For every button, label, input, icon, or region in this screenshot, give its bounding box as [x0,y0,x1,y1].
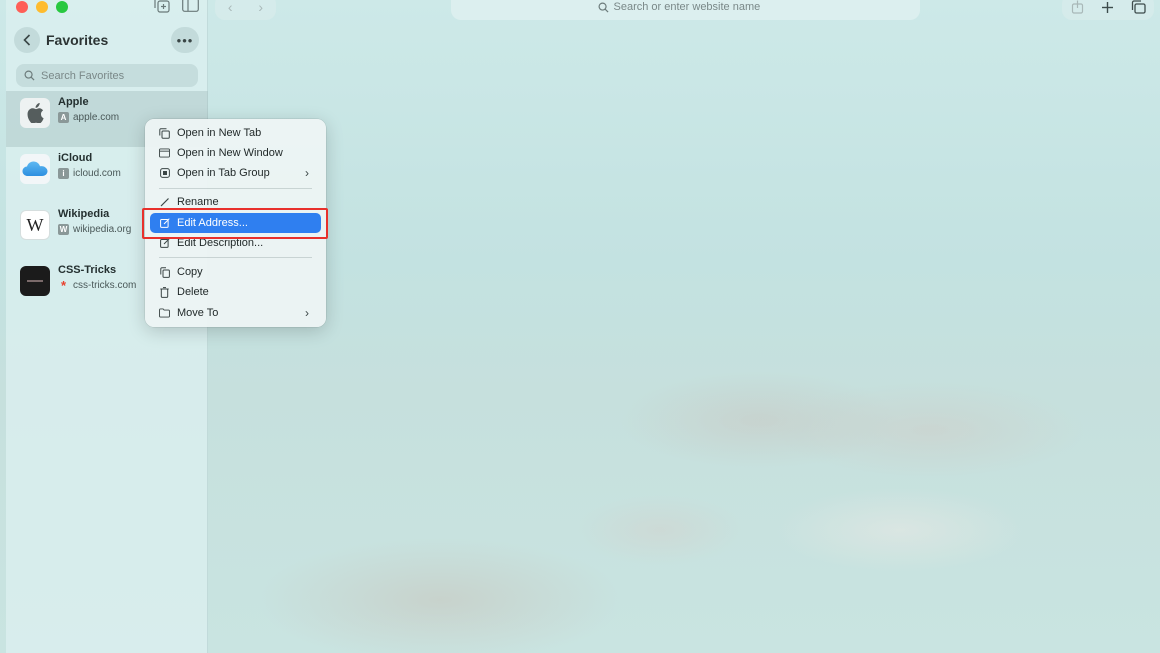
sidebar-toggle-icon[interactable] [180,0,200,14]
tab-overview-icon[interactable] [1131,0,1146,14]
navigation-buttons: ‹ › [215,0,276,20]
css-tricks-favicon-icon: * [60,278,67,293]
new-tab-plus-icon[interactable] [1101,1,1114,14]
tab-group-icon [159,168,170,179]
menu-item-label: Open in New Tab [177,127,262,139]
menu-item-label: Rename [177,196,219,208]
edit-icon [159,238,170,249]
menu-item-label: Open in Tab Group [177,167,270,179]
folder-icon [159,308,170,319]
css-tricks-thumbnail-icon [20,266,50,296]
menu-item-label: Edit Address... [177,217,248,229]
menu-item-delete[interactable]: Delete [150,282,321,302]
minimize-window-button[interactable] [36,1,48,13]
search-favorites-input[interactable] [41,69,191,82]
menu-separator [159,257,312,258]
zoom-window-button[interactable] [56,1,68,13]
copy-icon [159,266,170,278]
menu-item-label: Open in New Window [177,147,283,159]
menu-item-rename[interactable]: Rename [150,192,321,212]
back-button[interactable] [14,27,40,53]
favorite-name: Apple [58,96,89,108]
apple-logo-icon [20,98,50,128]
chevron-right-icon: › [305,306,309,320]
menu-item-edit-description[interactable]: Edit Description... [150,233,321,253]
menu-item-open-tab-group[interactable]: Open in Tab Group › [150,163,321,183]
favorite-name: iCloud [58,152,93,164]
wikipedia-favicon-icon: W [58,224,69,235]
toolbar-right-buttons [1062,0,1154,20]
context-menu: Open in New Tab Open in New Window Open … [145,119,326,327]
favorite-url: icloud.com [73,168,121,179]
menu-item-open-new-tab[interactable]: Open in New Tab [150,123,321,143]
menu-item-open-new-window[interactable]: Open in New Window [150,143,321,163]
forward-arrow-icon[interactable]: › [258,0,263,15]
chevron-left-icon [23,34,31,46]
favorite-url: apple.com [73,112,120,123]
favorite-url: css-tricks.com [73,280,137,291]
wikipedia-logo-icon: W [20,210,50,240]
sidebar-title: Favorites [46,32,109,48]
search-field[interactable] [16,64,198,87]
close-window-button[interactable] [16,1,28,13]
icloud-logo-icon [20,154,50,184]
address-input[interactable] [613,1,774,13]
favorite-name: Wikipedia [58,208,110,220]
favorite-name: CSS-Tricks [58,264,117,276]
menu-item-label: Move To [177,307,219,319]
back-arrow-icon[interactable]: ‹ [228,0,233,15]
menu-item-move-to[interactable]: Move To › [150,303,321,323]
search-icon [24,70,35,81]
chevron-right-icon: › [305,166,309,180]
window-controls [16,1,68,13]
apple-favicon-icon: A [58,112,69,123]
menu-item-copy[interactable]: Copy [150,262,321,282]
trash-icon [159,286,170,298]
menu-item-edit-address[interactable]: Edit Address... [150,213,321,233]
pencil-icon [159,197,170,208]
new-window-icon [159,148,170,159]
menu-separator [159,188,312,189]
edit-icon [159,218,170,229]
address-bar[interactable] [451,0,920,20]
tab-group-add-icon[interactable] [152,0,172,14]
share-icon[interactable] [1071,0,1084,14]
menu-item-label: Edit Description... [177,237,264,249]
new-tab-icon [159,127,170,139]
favorite-url: wikipedia.org [73,224,132,235]
icloud-favicon-icon: i [58,168,69,179]
more-options-button[interactable]: ••• [171,27,199,53]
menu-item-label: Copy [177,266,203,278]
search-icon [598,2,609,13]
menu-item-label: Delete [177,286,209,298]
